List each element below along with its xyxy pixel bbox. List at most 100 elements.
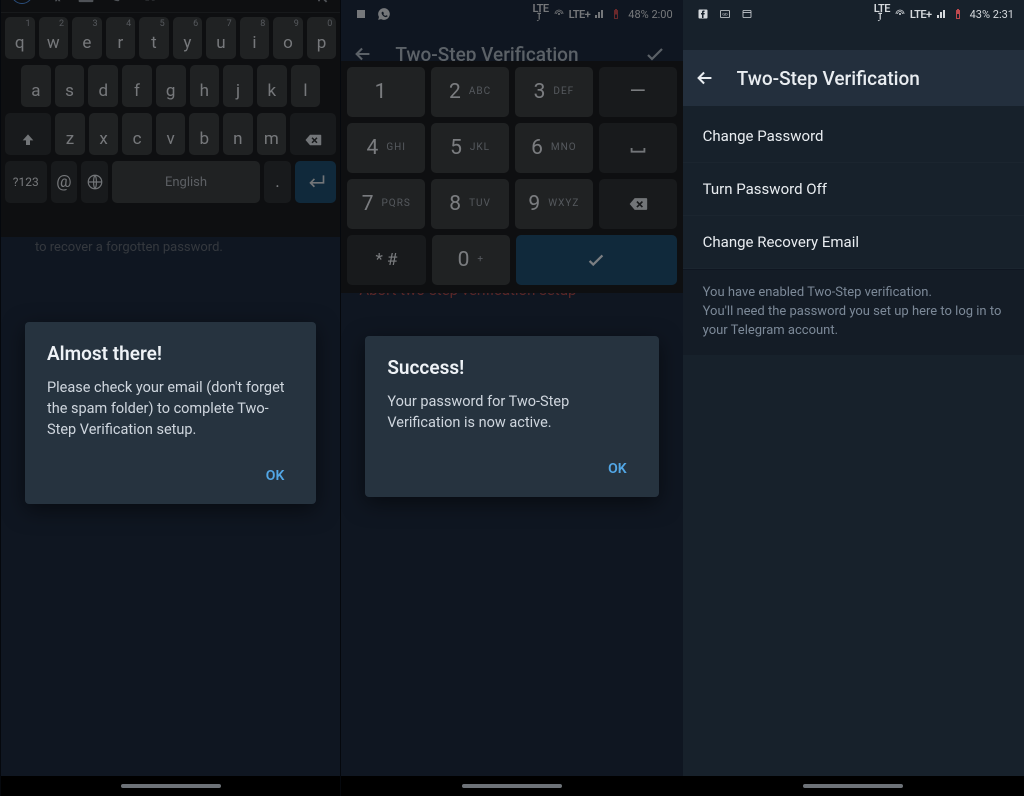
- key-shift[interactable]: [5, 113, 51, 155]
- dialog-body: Please check your email (don't forget th…: [47, 377, 294, 440]
- key-symbols[interactable]: ?123: [5, 161, 47, 203]
- key-2[interactable]: 2ABC: [431, 67, 509, 117]
- numeric-keypad[interactable]: 1 2ABC 3DEF — 4GHI 5JKL 6MNO 7PQRS 8TUV …: [341, 61, 682, 293]
- key-j[interactable]: j: [223, 65, 253, 107]
- backspace-icon: [304, 131, 322, 149]
- enter-icon: [306, 172, 326, 192]
- battery-percent: 48%: [628, 8, 648, 21]
- turn-password-off-item[interactable]: Turn Password Off: [683, 163, 1024, 216]
- back-button[interactable]: [691, 64, 719, 92]
- key-1[interactable]: 1: [347, 67, 425, 117]
- dialog-ok-button[interactable]: OK: [598, 451, 637, 487]
- status-bar: LTE LTE+ 48% 2:00: [341, 0, 682, 26]
- hotspot-icon: [553, 8, 565, 20]
- key-star-hash[interactable]: * #: [347, 235, 425, 285]
- key-4[interactable]: 4GHI: [347, 123, 425, 173]
- clock-time: 2:00: [651, 8, 672, 21]
- key-0[interactable]: 0+: [432, 235, 510, 285]
- system-navbar[interactable]: [1, 776, 340, 796]
- key-at[interactable]: @: [51, 161, 78, 203]
- key-3[interactable]: 3DEF: [515, 67, 593, 117]
- soft-keyboard[interactable]: G ⋯ q1w2e3r4t5y6u7i8o9p0 asdfghjkl zxcvb…: [1, 0, 340, 237]
- key-e[interactable]: e3: [72, 17, 102, 59]
- key-backspace[interactable]: [290, 113, 336, 155]
- key-space[interactable]: English: [112, 161, 260, 203]
- key-a[interactable]: a: [21, 65, 51, 107]
- key-5[interactable]: 5JKL: [431, 123, 509, 173]
- key-dash[interactable]: —: [599, 67, 677, 117]
- key-f[interactable]: f: [122, 65, 152, 107]
- translate-icon[interactable]: [43, 0, 65, 4]
- app-icon: GD: [719, 8, 731, 20]
- key-dot[interactable]: .: [264, 161, 291, 203]
- system-navbar[interactable]: [341, 776, 682, 796]
- key-z[interactable]: z: [55, 113, 85, 155]
- backspace-icon: [628, 194, 648, 214]
- key-enter[interactable]: [516, 235, 677, 285]
- hotspot-icon: [894, 8, 906, 20]
- success-dialog: Success! Your password for Two-Step Veri…: [365, 336, 658, 497]
- key-c[interactable]: c: [122, 113, 152, 155]
- nav-pill-icon: [121, 784, 221, 788]
- system-navbar[interactable]: [683, 776, 1024, 796]
- globe-icon: [86, 173, 104, 191]
- key-o[interactable]: o9: [273, 17, 303, 59]
- key-k[interactable]: k: [257, 65, 287, 107]
- arrow-left-icon: [694, 67, 716, 89]
- key-backspace[interactable]: [599, 179, 677, 229]
- status-bar: GD LTE LTE+ 43% 2:31: [683, 0, 1024, 26]
- battery-icon: [610, 8, 622, 20]
- key-globe[interactable]: [81, 161, 108, 203]
- key-d[interactable]: d: [88, 65, 118, 107]
- key-x[interactable]: x: [89, 113, 119, 155]
- text-cursor-icon[interactable]: [139, 0, 161, 4]
- change-password-item[interactable]: Change Password: [683, 110, 1024, 163]
- key-7[interactable]: 7PQRS: [347, 179, 425, 229]
- key-h[interactable]: h: [190, 65, 220, 107]
- key-w[interactable]: w2: [39, 17, 69, 59]
- image-icon: [355, 8, 367, 20]
- key-l[interactable]: l: [291, 65, 321, 107]
- key-u[interactable]: u7: [206, 17, 236, 59]
- key-q[interactable]: q1: [5, 17, 35, 59]
- dialog-body: Your password for Two-Step Verification …: [387, 391, 636, 433]
- key-b[interactable]: b: [189, 113, 219, 155]
- battery-icon: [952, 8, 964, 20]
- key-9[interactable]: 9WXYZ: [515, 179, 593, 229]
- key-s[interactable]: s: [55, 65, 85, 107]
- key-underscore[interactable]: [599, 123, 677, 173]
- clock-time: 2:31: [993, 8, 1014, 21]
- space-icon: [627, 137, 649, 159]
- key-y[interactable]: y6: [173, 17, 203, 59]
- key-i[interactable]: i8: [240, 17, 270, 59]
- mic-off-icon[interactable]: [308, 0, 330, 4]
- more-icon[interactable]: ⋯: [171, 0, 193, 4]
- key-m[interactable]: m: [257, 113, 287, 155]
- check-icon: [585, 249, 607, 271]
- key-g[interactable]: g: [156, 65, 186, 107]
- change-recovery-email-item[interactable]: Change Recovery Email: [683, 216, 1024, 269]
- palette-icon[interactable]: [107, 0, 129, 4]
- volte-icon: [535, 12, 547, 24]
- google-icon[interactable]: G: [11, 0, 33, 4]
- key-p[interactable]: p0: [307, 17, 337, 59]
- key-r[interactable]: r4: [106, 17, 136, 59]
- app-header: Two-Step Verification: [683, 50, 1024, 106]
- key-t[interactable]: t5: [139, 17, 169, 59]
- shift-icon: [20, 133, 36, 149]
- key-enter[interactable]: [295, 161, 337, 203]
- battery-percent: 43%: [970, 8, 990, 21]
- clipboard-icon[interactable]: [75, 0, 97, 4]
- key-6[interactable]: 6MNO: [515, 123, 593, 173]
- dialog-ok-button[interactable]: OK: [256, 458, 295, 494]
- volte-icon: [876, 12, 888, 24]
- dialog-title: Almost there!: [47, 342, 294, 365]
- dialog-title: Success!: [387, 356, 636, 379]
- key-8[interactable]: 8TUV: [431, 179, 509, 229]
- key-v[interactable]: v: [156, 113, 186, 155]
- whatsapp-icon: [377, 7, 391, 21]
- signal-icon: [594, 8, 606, 20]
- info-text: You have enabled Two-Step verification. …: [683, 269, 1024, 355]
- key-n[interactable]: n: [223, 113, 253, 155]
- almost-there-dialog: Almost there! Please check your email (d…: [25, 322, 316, 504]
